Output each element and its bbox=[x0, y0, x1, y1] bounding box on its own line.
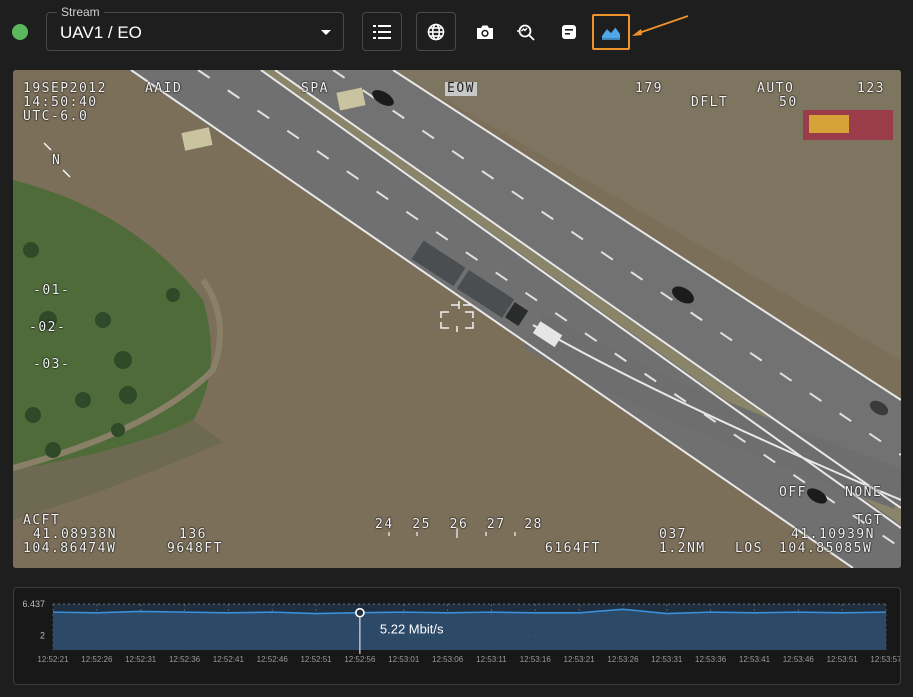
y-tick-label: 2 bbox=[40, 631, 45, 641]
x-tick-label: 12:52:21 bbox=[37, 655, 69, 664]
osd-north: N bbox=[52, 153, 62, 168]
osd-heading: 179 bbox=[635, 81, 663, 96]
x-tick-label: 12:53:11 bbox=[476, 655, 507, 664]
x-tick-label: 12:52:56 bbox=[344, 655, 376, 664]
map-button[interactable] bbox=[416, 12, 456, 51]
x-tick-label: 12:53:21 bbox=[564, 655, 596, 664]
hover-value-label: 5.22 Mbit/s bbox=[380, 622, 444, 637]
osd-target-alt: 6164FT bbox=[545, 541, 601, 556]
chevron-down-icon bbox=[321, 30, 331, 35]
camera-icon bbox=[477, 25, 493, 39]
y-tick-label: 6.437 bbox=[22, 599, 45, 609]
osd-los: LOS bbox=[735, 541, 763, 556]
osd-acft-lat: 41.08938N bbox=[33, 527, 117, 542]
snapshot-button[interactable] bbox=[465, 12, 505, 51]
zoom-search-button[interactable] bbox=[507, 12, 547, 51]
osd-mode-value: 123 bbox=[857, 81, 885, 96]
osd-dflt: DFLT bbox=[691, 95, 729, 110]
series-area bbox=[53, 609, 886, 650]
hover-point bbox=[355, 607, 365, 618]
aerial-video-frame bbox=[13, 70, 901, 568]
osd-acft-alt: 9648FT bbox=[167, 541, 223, 556]
x-tick-label: 12:53:31 bbox=[651, 655, 683, 664]
x-tick-label: 12:52:31 bbox=[125, 655, 157, 664]
x-tick-label: 12:52:26 bbox=[81, 655, 113, 664]
osd-tgt-lat: 41.10939N bbox=[791, 527, 875, 542]
x-tick-label: 12:53:41 bbox=[739, 655, 771, 664]
osd-none: NONE bbox=[845, 485, 883, 500]
osd-tgt-lon: 104.85085W bbox=[779, 541, 873, 556]
notes-button[interactable] bbox=[549, 12, 589, 51]
osd-spa: SPA bbox=[301, 81, 329, 96]
osd-compass-ticks: 24 25 26 27 28 bbox=[375, 517, 543, 532]
osd-acft: ACFT bbox=[23, 513, 61, 528]
globe-icon bbox=[427, 23, 445, 40]
osd-scale-1: -01- bbox=[33, 283, 71, 298]
stream-select-label: Stream bbox=[57, 5, 104, 19]
x-tick-label: 12:52:36 bbox=[169, 655, 201, 664]
osd-date: 19SEP2012 bbox=[23, 81, 107, 96]
list-icon bbox=[373, 24, 391, 39]
note-icon bbox=[562, 24, 576, 39]
osd-dflt-value: 50 bbox=[779, 95, 798, 110]
x-tick-label: 12:53:01 bbox=[388, 655, 420, 664]
x-tick-label: 12:53:26 bbox=[607, 655, 639, 664]
x-tick-label: 12:52:46 bbox=[257, 655, 289, 664]
x-tick-label: 12:53:51 bbox=[827, 655, 859, 664]
annotation-arrow bbox=[632, 15, 689, 36]
osd-time: 14:50:40 bbox=[23, 95, 98, 110]
osd-utc: UTC-6.0 bbox=[23, 109, 89, 124]
x-tick-label: 12:53:46 bbox=[783, 655, 815, 664]
x-tick-label: 12:53:57 bbox=[870, 655, 900, 664]
osd-acft-lon: 104.86474W bbox=[23, 541, 117, 556]
osd-scale-3: -03- bbox=[33, 357, 71, 372]
osd-scale-2: -02- bbox=[29, 320, 67, 335]
stream-select[interactable]: Stream UAV1 / EO bbox=[46, 5, 344, 51]
bandwidth-chart-icon bbox=[602, 26, 620, 40]
osd-off: OFF bbox=[779, 485, 807, 500]
x-tick-label: 12:53:36 bbox=[695, 655, 727, 664]
osd-eow: EOW bbox=[445, 81, 477, 96]
zoom-search-icon bbox=[517, 24, 535, 41]
x-tick-label: 12:53:16 bbox=[520, 655, 552, 664]
stream-status-indicator bbox=[12, 24, 28, 40]
bandwidth-chart-button[interactable] bbox=[592, 14, 630, 50]
bandwidth-chart[interactable]: 6.437 2 12:52:21 12:52:26 12:52:31 12:52:36 12… bbox=[14, 588, 900, 684]
x-tick-label: 12:52:51 bbox=[300, 655, 332, 664]
osd-range: 1.2NM bbox=[659, 541, 706, 556]
osd-bearing: 037 bbox=[659, 527, 687, 542]
stream-select-value: UAV1 / EO bbox=[60, 23, 142, 42]
list-button[interactable] bbox=[362, 12, 402, 51]
x-tick-label: 12:52:41 bbox=[213, 655, 245, 664]
x-tick-label: 12:53:06 bbox=[432, 655, 464, 664]
osd-acft-heading: 136 bbox=[179, 527, 207, 542]
osd-aaid: AAID bbox=[145, 81, 183, 96]
video-feed[interactable]: 19SEP2012 AAID 14:50:40 UTC-6.0 SPA EOW … bbox=[13, 70, 901, 568]
osd-mode: AUTO bbox=[757, 81, 795, 96]
bandwidth-chart-panel: 6.437 2 12:52:21 12:52:26 12:52:31 12:52:36 12… bbox=[13, 587, 901, 685]
osd-tgt: TGT bbox=[855, 513, 883, 528]
